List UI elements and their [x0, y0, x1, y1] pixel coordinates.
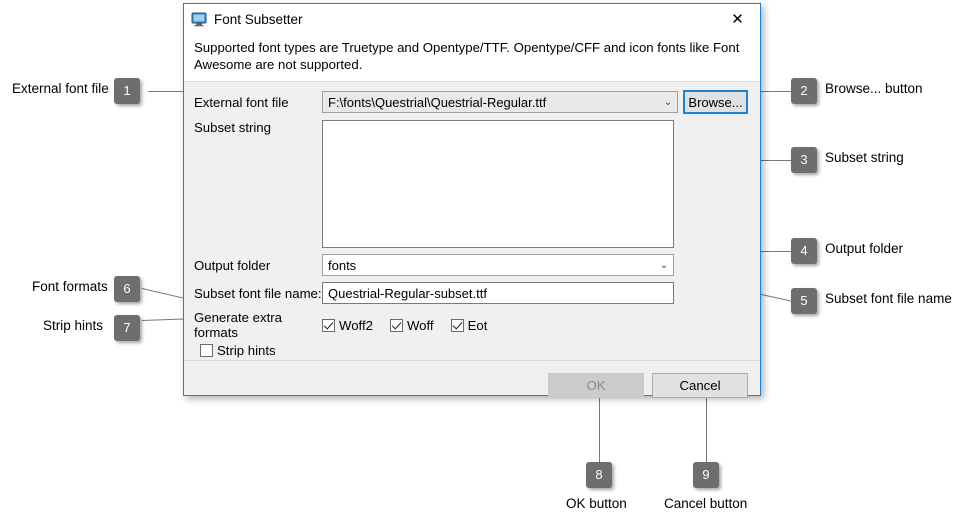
checkbox-woff-label: Woff [406, 317, 434, 333]
callout-label-2: Browse... button [825, 81, 923, 96]
generate-extra-formats-row: Generate extra formats Woff2 Woff Eot [194, 310, 748, 340]
checkbox-woff2-label: Woff2 [339, 317, 373, 333]
callout-label-6: Font formats [32, 279, 108, 294]
callout-label-8: OK button [566, 496, 627, 511]
callout-badge-1: 1 [114, 78, 140, 104]
generate-extra-formats-label: Generate extra formats [194, 310, 282, 340]
callout-badge-2: 2 [791, 78, 817, 104]
subset-string-input[interactable] [322, 120, 674, 248]
checkbox-strip-hints-box[interactable] [200, 344, 213, 357]
callout-label-5: Subset font file name [825, 291, 952, 306]
external-font-file-label: External font file [194, 94, 289, 110]
close-icon[interactable]: ✕ [715, 4, 760, 33]
callout-label-1: External font file [12, 81, 109, 96]
subset-font-file-name-input[interactable]: Questrial-Regular-subset.ttf [322, 282, 674, 304]
callout-badge-4: 4 [791, 238, 817, 264]
checkbox-eot-label: Eot [467, 317, 488, 333]
checkbox-woff-box[interactable] [389, 318, 403, 332]
chevron-down-icon: ⌄ [663, 96, 673, 108]
output-folder-label: Output folder [194, 257, 271, 273]
output-folder-value: fonts [328, 257, 357, 273]
callout-label-7: Strip hints [43, 318, 104, 333]
dialog-title: Font Subsetter [214, 11, 303, 27]
strip-hints-row: Strip hints [194, 343, 748, 358]
checkbox-woff2[interactable]: Woff2 [322, 318, 373, 333]
subset-string-label: Subset string [194, 120, 271, 135]
font-subsetter-dialog: Font Subsetter ✕ Supported font types ar… [183, 3, 761, 398]
checkbox-woff2-box[interactable] [322, 318, 335, 332]
monitor-icon [191, 11, 207, 27]
ok-button[interactable]: OK [548, 373, 644, 398]
subset-font-file-name-label: Subset font file name: [194, 285, 322, 301]
dialog-footer: OK Cancel [184, 360, 760, 410]
output-folder-row: Output folder fonts ⌄ [194, 254, 748, 276]
callout-badge-6: 6 [114, 276, 140, 302]
callout-label-4: Output folder [825, 241, 904, 256]
subset-font-file-name-row: Subset font file name: Questrial-Regular… [194, 282, 748, 304]
dialog-titlebar[interactable]: Font Subsetter ✕ [184, 4, 760, 34]
callout-badge-3: 3 [791, 147, 817, 173]
callout-label-3: Subset string [825, 150, 904, 165]
checkbox-woff[interactable]: Woff [389, 317, 434, 333]
callout-label-9: Cancel button [664, 496, 748, 511]
checkbox-strip-hints[interactable]: Strip hints [200, 343, 276, 358]
callout-badge-7: 7 [114, 315, 140, 341]
callout-badge-8: 8 [586, 462, 612, 488]
external-font-file-value: F:\fonts\Questrial\Questrial-Regular.ttf [328, 94, 547, 110]
chevron-down-icon: ⌄ [659, 259, 669, 271]
checkbox-eot-box[interactable] [450, 318, 464, 332]
cancel-button[interactable]: Cancel [652, 373, 748, 398]
external-font-file-row: External font file F:\fonts\Questrial\Qu… [194, 90, 748, 114]
callout-badge-5: 5 [791, 288, 817, 314]
output-folder-combobox[interactable]: fonts ⌄ [322, 254, 674, 276]
info-text: Supported font types are Truetype and Op… [184, 34, 760, 82]
strip-hints-label: Strip hints [217, 343, 276, 358]
browse-button[interactable]: Browse... [683, 90, 748, 114]
checkbox-eot[interactable]: Eot [450, 317, 488, 333]
dialog-body: External font file F:\fonts\Questrial\Qu… [184, 82, 760, 360]
subset-string-row: Subset string [194, 120, 748, 248]
callout-badge-9: 9 [693, 462, 719, 488]
external-font-file-combobox[interactable]: F:\fonts\Questrial\Questrial-Regular.ttf… [322, 91, 678, 113]
